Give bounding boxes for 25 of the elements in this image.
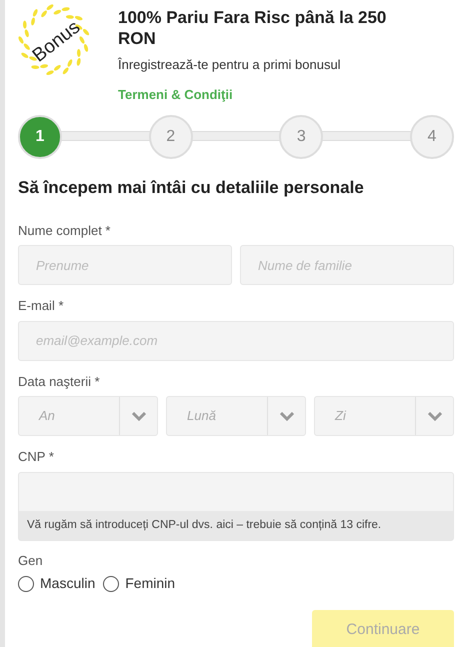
- gender-radio[interactable]: Feminin: [103, 573, 176, 594]
- offer-subtitle: Înregistrează-te pentru a primi bonusul: [118, 56, 342, 74]
- date-select[interactable]: Zi: [314, 396, 454, 436]
- field-label: E-mail *: [18, 297, 65, 315]
- section-heading: Să începem mai întâi cu detaliile personale: [18, 177, 365, 199]
- gender-radio[interactable]: Masculin: [18, 573, 96, 594]
- cnp-hint: Vă rugăm să introduceți CNP-ul dvs. aici – trebuie să conțină 13 cifre.: [19, 510, 453, 540]
- date-select[interactable]: Lună: [166, 396, 306, 436]
- select-placeholder: Lună: [186, 407, 217, 426]
- chevron-down-icon: [132, 412, 146, 420]
- field-label: Gen: [18, 552, 44, 570]
- date-select[interactable]: An: [18, 396, 158, 436]
- email-field[interactable]: email@example.com: [18, 320, 454, 360]
- select-placeholder: An: [38, 407, 56, 426]
- name-field[interactable]: Nume de familie: [240, 245, 454, 285]
- chevron-down-icon: [280, 412, 294, 420]
- terms-link[interactable]: Termeni & Condiţii: [118, 84, 423, 104]
- field-label: Data naşterii *: [18, 372, 101, 391]
- select-placeholder: Zi: [334, 407, 348, 426]
- offer-title: 100% Pariu Fara Risc până la 250 RON: [118, 7, 388, 49]
- name-field[interactable]: Prenume: [18, 245, 232, 285]
- chevron-down-icon: [428, 412, 442, 420]
- cnp-field[interactable]: Vă rugăm să introduceți CNP-ul dvs. aici – trebuie să conțină 13 cifre.: [18, 472, 454, 541]
- field-label: CNP *: [18, 448, 55, 466]
- field-label: Nume complet *: [18, 222, 112, 240]
